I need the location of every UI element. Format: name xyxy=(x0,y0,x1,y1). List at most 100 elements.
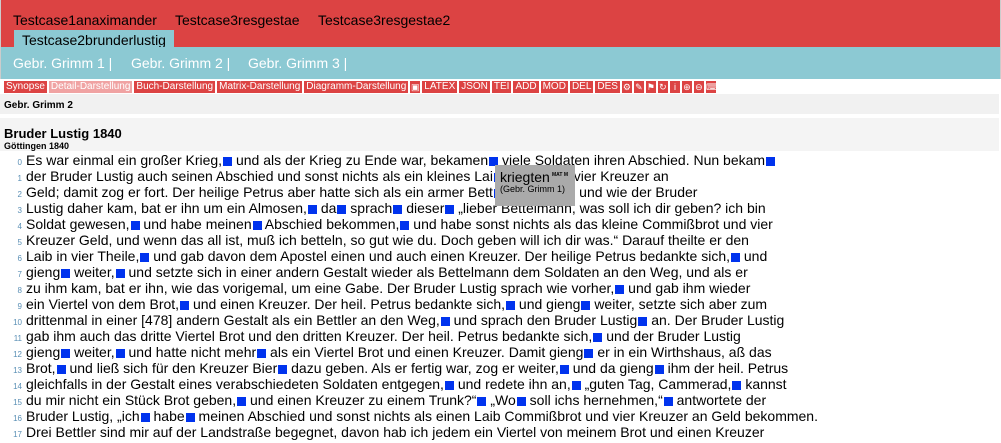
tei-button[interactable]: TEI xyxy=(491,81,512,93)
text-segment: zu ihm kam, bat er ihn, wie das vorigema… xyxy=(26,280,615,296)
variant-marker[interactable] xyxy=(307,205,317,214)
variant-marker[interactable] xyxy=(593,333,603,342)
line-text: gleichfalls in der Gestalt eines verabsc… xyxy=(26,376,787,392)
zoom-in-icon[interactable]: ⊕ xyxy=(681,81,692,93)
json-button[interactable]: JSON xyxy=(459,81,490,93)
nav-gebr-grimm-3[interactable]: Gebr. Grimm 3 | xyxy=(248,55,347,71)
variant-marker[interactable] xyxy=(506,301,516,310)
text-segment: Soldat gewesen, xyxy=(26,216,130,232)
variant-marker[interactable] xyxy=(663,397,673,406)
text-segment: und einen Kreuzer. Der heil. Petrus beda… xyxy=(192,296,506,312)
tab-testcase1anaximander[interactable]: Testcase1anaximander xyxy=(13,12,157,28)
variant-marker[interactable] xyxy=(444,381,454,390)
text-segment: Abschied bekommen, xyxy=(264,216,400,232)
text-segment: und da gieng xyxy=(572,360,654,376)
text-segment: und gieng xyxy=(518,296,581,312)
document-title: Bruder Lustig 1840 xyxy=(4,126,122,141)
section-heading: Gebr. Grimm 2 xyxy=(4,100,73,111)
line-text: Soldat gewesen, und habe meinen Abschied… xyxy=(26,216,773,232)
text-segment: an. Der Bruder Lustig xyxy=(651,312,785,328)
text-segment: und hatte nicht mehr xyxy=(128,344,257,360)
variant-marker[interactable] xyxy=(393,205,403,214)
text-segment: antwortete der xyxy=(676,392,767,408)
variant-marker[interactable] xyxy=(180,301,190,310)
variant-marker[interactable] xyxy=(584,349,594,358)
variant-marker[interactable] xyxy=(130,221,140,230)
des-button[interactable]: DES xyxy=(595,81,620,93)
text-segment: Bruder Lustig, „ich xyxy=(26,408,140,424)
variant-marker[interactable] xyxy=(185,413,195,422)
text-line: 11 gab ihm auch das dritte Viertel Brot u… xyxy=(0,328,1001,344)
text-line: 16 Bruder Lustig, „ich habe meinen Abschi… xyxy=(0,408,1001,424)
text-line: 10 drittenmal in einer [478] andern Gesta… xyxy=(0,312,1001,328)
variant-marker[interactable] xyxy=(337,205,347,214)
text-segment: habe xyxy=(153,408,185,424)
text-segment: gleichfalls in der Gestalt eines verabsc… xyxy=(26,376,444,392)
text-segment: er in ein Wirthshaus, aß das xyxy=(597,344,772,360)
variant-marker[interactable] xyxy=(732,381,742,390)
zoom-out-icon[interactable]: ⊖ xyxy=(693,81,704,93)
line-text: ein Viertel von dem Brot, und einen Kreu… xyxy=(26,296,767,312)
tab-testcase3resgestae2[interactable]: Testcase3resgestae2 xyxy=(318,12,450,28)
variant-marker[interactable] xyxy=(237,397,247,406)
matrix-view-button[interactable]: Matrix-Darstellung xyxy=(217,81,303,93)
book-view-button[interactable]: Buch-Darstellung xyxy=(134,81,216,93)
nav-gebr-grimm-2[interactable]: Gebr. Grimm 2 | xyxy=(131,55,230,71)
variant-marker[interactable] xyxy=(115,349,125,358)
flag-icon[interactable]: ⚑ xyxy=(645,81,656,93)
variant-marker[interactable] xyxy=(440,317,450,326)
top-nav-bar: Testcase1anaximander Testcase3resgestae … xyxy=(0,0,1001,50)
pen-icon[interactable]: ✎ xyxy=(633,81,644,93)
latex-button[interactable]: LATEX xyxy=(422,81,458,93)
refresh-icon[interactable]: ↻ xyxy=(657,81,668,93)
line-text: Laib in vier Theile, und gab davon dem A… xyxy=(26,248,767,264)
variant-marker[interactable] xyxy=(766,157,776,166)
variant-marker[interactable] xyxy=(445,205,455,214)
add-button[interactable]: ADD xyxy=(513,81,539,93)
variant-marker[interactable] xyxy=(638,317,648,326)
tab-testcase3resgestae[interactable]: Testcase3resgestae xyxy=(175,12,300,28)
text-line: 15 du mir nicht ein Stück Brot geben, und… xyxy=(0,392,1001,408)
variant-marker[interactable] xyxy=(731,253,740,262)
line-text: Geld; damit zog er fort. Der heilige Pet… xyxy=(26,184,697,200)
text-segment: Es war einmal ein großer Krieg, xyxy=(26,152,223,168)
variant-marker[interactable] xyxy=(559,365,569,374)
variant-marker[interactable] xyxy=(257,349,267,358)
mod-button[interactable]: MOD xyxy=(540,81,568,93)
text-line: 9 ein Viertel von dem Brot, und einen Kre… xyxy=(0,296,1001,312)
variant-marker[interactable] xyxy=(400,221,410,230)
variant-marker[interactable] xyxy=(581,301,591,310)
del-button[interactable]: DEL xyxy=(569,81,594,93)
variant-marker[interactable] xyxy=(223,157,233,166)
nav-gebr-grimm-1[interactable]: Gebr. Grimm 1 | xyxy=(13,55,112,71)
keyboard-icon[interactable]: ⌨ xyxy=(705,81,719,93)
line-text: gieng weiter, und setzte sich in einer a… xyxy=(26,264,748,280)
variant-marker[interactable] xyxy=(278,365,288,374)
info-icon[interactable]: i xyxy=(669,81,680,93)
variant-marker[interactable] xyxy=(615,285,625,294)
text-segment: und gab davon dem Apostel einen und auch… xyxy=(153,248,730,264)
variant-marker[interactable] xyxy=(61,349,71,358)
variant-marker[interactable] xyxy=(571,381,581,390)
detail-view-button[interactable]: Detail-Darstellung xyxy=(48,81,133,93)
text-segment: und einen Kreuzer zu einem Trunk?“ xyxy=(250,392,477,408)
text-segment: drittenmal in einer [478] andern Gestalt… xyxy=(26,312,440,328)
variant-marker[interactable] xyxy=(140,253,150,262)
line-text: Drei Bettler sind mir auf der Landstraße… xyxy=(26,424,764,440)
diagram-view-button[interactable]: Diagramm-Darstellung xyxy=(304,81,409,93)
text-segment: „Wo xyxy=(490,392,516,408)
text-segment: ihm der heil. Petrus xyxy=(667,360,789,376)
variant-marker[interactable] xyxy=(252,221,262,230)
variant-marker[interactable] xyxy=(115,269,125,278)
variant-marker[interactable] xyxy=(61,269,71,278)
variant-marker[interactable] xyxy=(56,365,66,374)
variant-marker[interactable] xyxy=(140,413,150,422)
document-header xyxy=(0,118,999,151)
variant-marker[interactable] xyxy=(477,397,487,406)
text-segment: ein Viertel von dem Brot, xyxy=(26,296,180,312)
variant-marker[interactable] xyxy=(654,365,664,374)
lock-icon[interactable]: ▣ xyxy=(410,81,421,93)
gear-icon[interactable]: ⚙ xyxy=(621,81,632,93)
variant-marker[interactable] xyxy=(516,397,526,406)
synopse-button[interactable]: Synopse xyxy=(4,81,47,93)
